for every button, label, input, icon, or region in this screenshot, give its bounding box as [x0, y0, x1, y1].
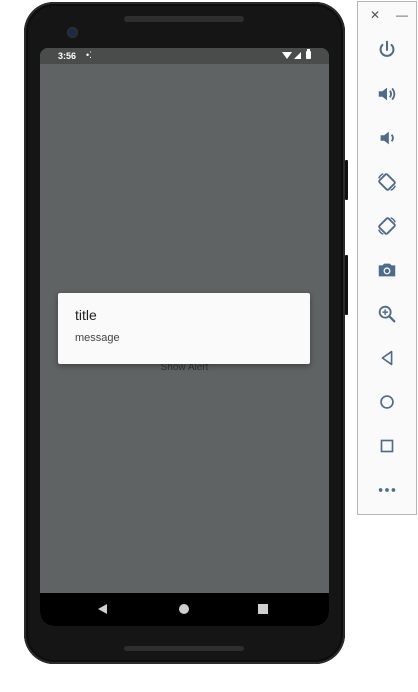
status-icons [282, 49, 311, 59]
back-triangle-icon [381, 350, 393, 366]
alert-dialog: title message [58, 293, 310, 364]
battery-icon [306, 49, 311, 59]
power-side-button[interactable] [345, 160, 348, 200]
rotate-left-button[interactable] [374, 169, 400, 195]
home-button[interactable] [374, 389, 400, 415]
screenshot-button[interactable] [374, 257, 400, 283]
home-circle-icon [380, 395, 394, 409]
power-icon [379, 40, 395, 57]
zoom-button[interactable] [374, 301, 400, 327]
bottom-speaker [124, 646, 244, 651]
wifi-icon [282, 51, 292, 59]
top-speaker [124, 16, 244, 22]
more-button[interactable] [374, 477, 400, 503]
camera-icon [378, 263, 396, 277]
volume-down-button[interactable] [374, 125, 400, 151]
status-bar: 3:56 •⁚ [40, 48, 329, 64]
close-icon[interactable]: ✕ [370, 8, 380, 22]
dialog-message: message [75, 332, 120, 344]
overview-square-icon [380, 439, 394, 453]
rotate-right-icon [378, 217, 396, 235]
rotate-left-icon [378, 173, 396, 191]
volume-up-icon [378, 87, 396, 101]
minimize-icon[interactable]: — [396, 8, 408, 22]
power-button[interactable] [374, 37, 400, 63]
rotate-right-button[interactable] [374, 213, 400, 239]
volume-side-button[interactable] [345, 255, 348, 315]
overview-button[interactable] [374, 433, 400, 459]
nav-recents-icon[interactable] [258, 604, 268, 614]
nav-home-icon[interactable] [179, 604, 189, 614]
volume-up-button[interactable] [374, 81, 400, 107]
volume-down-icon [380, 131, 394, 145]
settings-dots-icon: •⁚ [86, 50, 93, 60]
toolbar-window-controls: ✕ — [358, 8, 416, 26]
dialog-title: title [75, 307, 97, 323]
nav-back-icon[interactable] [98, 604, 107, 614]
front-camera [68, 28, 77, 37]
zoom-in-icon [378, 305, 396, 323]
navigation-bar [40, 593, 329, 626]
emulator-toolbar: ✕ — [357, 1, 417, 515]
more-dots-icon [378, 488, 396, 492]
signal-icon [294, 51, 301, 59]
status-time: 3:56 [58, 51, 77, 61]
back-button[interactable] [374, 345, 400, 371]
